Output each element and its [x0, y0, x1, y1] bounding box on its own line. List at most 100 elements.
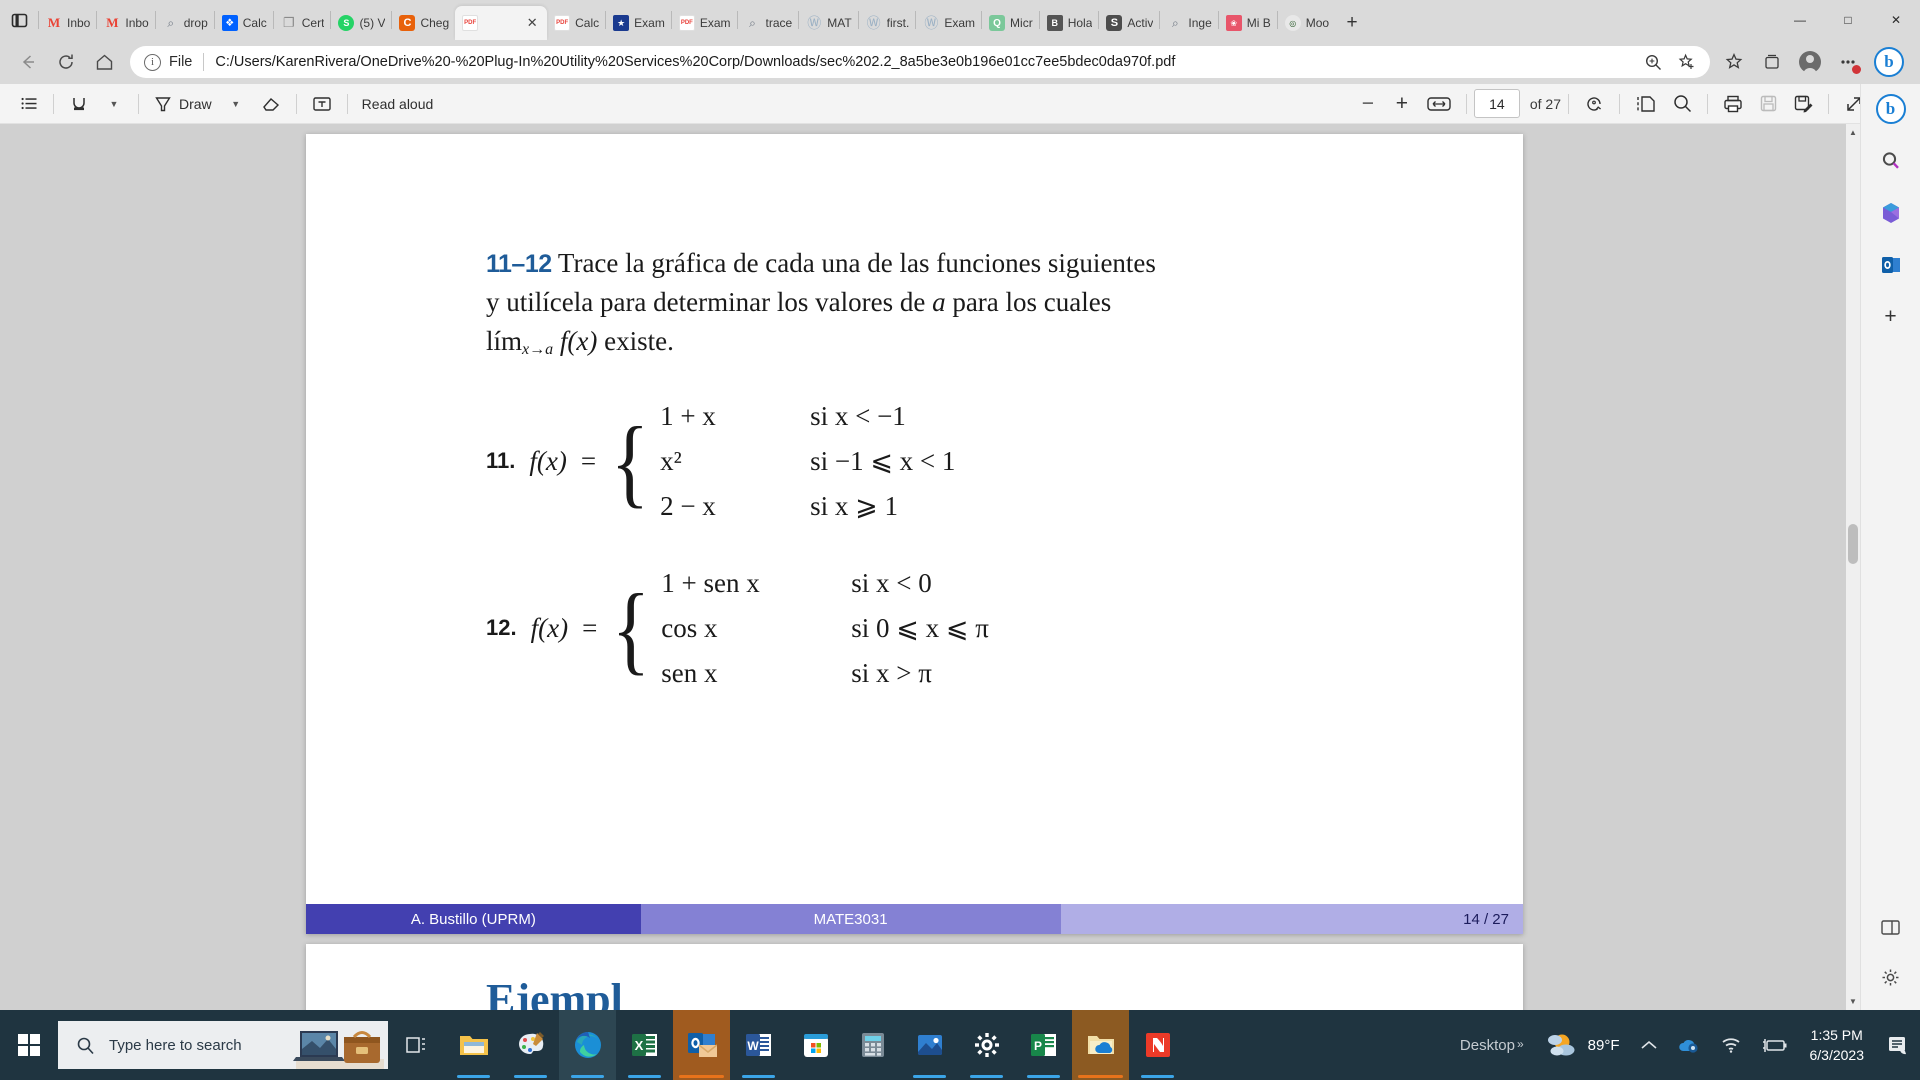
network-button[interactable] — [1710, 1010, 1752, 1080]
tab[interactable]: ⌕ drop — [156, 6, 214, 40]
home-button[interactable] — [86, 46, 122, 78]
draw-button[interactable]: Draw — [146, 89, 219, 119]
onedrive-tray-button[interactable] — [1668, 1010, 1710, 1080]
tab[interactable]: ⌕ Inge — [1160, 6, 1217, 40]
tab-close-button[interactable]: ✕ — [523, 14, 541, 32]
search-document-button[interactable] — [1665, 89, 1700, 119]
tab[interactable]: Q Micr — [982, 6, 1039, 40]
tab[interactable]: C Cheg — [392, 6, 455, 40]
taskbar-app-calculator[interactable] — [844, 1010, 901, 1080]
taskbar-app-word[interactable]: W — [730, 1010, 787, 1080]
taskbar-search-box[interactable]: Type here to search — [58, 1021, 388, 1069]
profile-button[interactable] — [1792, 46, 1828, 78]
desktop-peek-label[interactable]: Desktop» — [1450, 1010, 1534, 1080]
print-button[interactable] — [1715, 89, 1751, 119]
taskbar-app-paint[interactable] — [502, 1010, 559, 1080]
text-box-icon — [312, 96, 331, 111]
scroll-up-arrow[interactable]: ▲ — [1846, 124, 1860, 141]
pdf-viewer-content[interactable]: 11–12 Trace la gráfica de cada una de la… — [0, 124, 1920, 1010]
new-tab-button[interactable]: + — [1335, 6, 1369, 40]
settings-and-more-button[interactable] — [1830, 46, 1866, 78]
zoom-out-button[interactable]: − — [1351, 89, 1385, 119]
save-as-button[interactable] — [1786, 89, 1821, 119]
tab[interactable]: M Inbo — [39, 6, 96, 40]
tab[interactable]: Ⓦ MAT — [799, 6, 857, 40]
tab-actions-button[interactable] — [0, 0, 38, 40]
divider — [1828, 93, 1829, 114]
favorites-button[interactable] — [1716, 46, 1752, 78]
taskbar-app-photos[interactable] — [901, 1010, 958, 1080]
tab[interactable]: ❖ Calc — [215, 6, 273, 40]
address-bar[interactable]: i File C:/Users/KarenRivera/OneDrive%20-… — [130, 46, 1710, 78]
tab[interactable]: ★ Exam — [606, 6, 671, 40]
edge-sidebar: b + — [1860, 84, 1920, 1010]
tab[interactable]: PDF Exam — [672, 6, 737, 40]
zoom-in-button[interactable]: + — [1385, 89, 1419, 119]
erase-button[interactable] — [253, 89, 289, 119]
chevron-up-icon — [1640, 1040, 1657, 1049]
sidebar-copilot-button[interactable]: b — [1874, 92, 1908, 126]
taskbar-clock[interactable]: 1:35 PM 6/3/2023 — [1798, 1025, 1877, 1066]
task-view-button[interactable] — [388, 1010, 445, 1080]
rotate-button[interactable] — [1576, 89, 1612, 119]
case-condition: si −1 ⩽ x < 1 — [810, 445, 956, 476]
taskbar-app-edge[interactable] — [559, 1010, 616, 1080]
page-layout-button[interactable] — [1627, 89, 1665, 119]
show-hidden-icons-button[interactable] — [1630, 1010, 1668, 1080]
close-button[interactable]: ✕ — [1872, 0, 1920, 40]
refresh-button[interactable] — [48, 46, 84, 78]
taskbar-app-excel[interactable]: X — [616, 1010, 673, 1080]
add-text-button[interactable] — [304, 89, 340, 119]
read-aloud-button[interactable]: Read aloud — [355, 89, 441, 119]
tab-active[interactable]: PDF ✕ — [455, 6, 548, 40]
sidebar-add-app-button[interactable]: + — [1874, 300, 1908, 334]
taskbar-app-microsoft-store[interactable] — [787, 1010, 844, 1080]
zoom-icon[interactable] — [1638, 48, 1668, 76]
taskbar-app-outlook[interactable] — [673, 1010, 730, 1080]
minimize-button[interactable]: — — [1776, 0, 1824, 40]
tab[interactable]: M Inbo — [97, 6, 154, 40]
taskbar-app-onedrive-folder[interactable] — [1072, 1010, 1129, 1080]
sidebar-office-button[interactable] — [1874, 196, 1908, 230]
taskbar-app-file-explorer[interactable] — [445, 1010, 502, 1080]
scroll-down-arrow[interactable]: ▼ — [1846, 993, 1860, 1010]
limit-function: f(x) — [559, 325, 598, 356]
battery-button[interactable] — [1752, 1010, 1798, 1080]
tab[interactable]: ⌕ trace — [738, 6, 799, 40]
tab[interactable]: S (5) V — [331, 6, 391, 40]
highlight-options-button[interactable]: ▼ — [97, 89, 131, 119]
draw-options-button[interactable]: ▼ — [219, 89, 253, 119]
content-scrollbar[interactable]: ▲ ▼ — [1846, 124, 1860, 1010]
maximize-button[interactable]: □ — [1824, 0, 1872, 40]
toc-button[interactable] — [12, 89, 46, 119]
highlight-button[interactable] — [61, 89, 97, 119]
copilot-button[interactable]: b — [1868, 46, 1910, 78]
weather-widget[interactable]: 89°F — [1534, 1010, 1630, 1080]
tab[interactable]: ❀ Mi B — [1219, 6, 1277, 40]
page-number-input[interactable]: 14 — [1473, 89, 1520, 118]
url-text[interactable]: C:/Users/KarenRivera/OneDrive%20-%20Plug… — [215, 54, 1638, 70]
tab[interactable]: Ⓦfirst. — [859, 6, 916, 40]
taskbar-app-publisher[interactable]: P — [1015, 1010, 1072, 1080]
tab[interactable]: S Activ — [1099, 6, 1159, 40]
add-favorite-icon[interactable] — [1672, 48, 1702, 76]
back-button[interactable] — [10, 46, 46, 78]
tab[interactable]: ❐ Cert — [274, 6, 331, 40]
tab[interactable]: Ⓦ Exam — [916, 6, 981, 40]
collections-button[interactable] — [1754, 46, 1790, 78]
clock-date: 6/3/2023 — [1809, 1047, 1865, 1063]
taskbar-app-settings[interactable] — [958, 1010, 1015, 1080]
start-button[interactable] — [0, 1010, 58, 1080]
taskbar-app-nitro-pdf[interactable] — [1129, 1010, 1186, 1080]
sidebar-search-button[interactable] — [1874, 144, 1908, 178]
scrollbar-thumb[interactable] — [1848, 524, 1858, 564]
tab[interactable]: B Hola — [1040, 6, 1099, 40]
sidebar-outlook-button[interactable] — [1874, 248, 1908, 282]
tab[interactable]: ◎ Moo — [1278, 6, 1335, 40]
fit-to-width-button[interactable] — [1419, 89, 1459, 119]
split-screen-button[interactable] — [1874, 910, 1908, 944]
tab[interactable]: PDF Calc — [547, 6, 605, 40]
sidebar-settings-button[interactable] — [1874, 960, 1908, 994]
site-info-icon[interactable]: i — [144, 53, 161, 71]
notifications-button[interactable] — [1876, 1010, 1920, 1080]
